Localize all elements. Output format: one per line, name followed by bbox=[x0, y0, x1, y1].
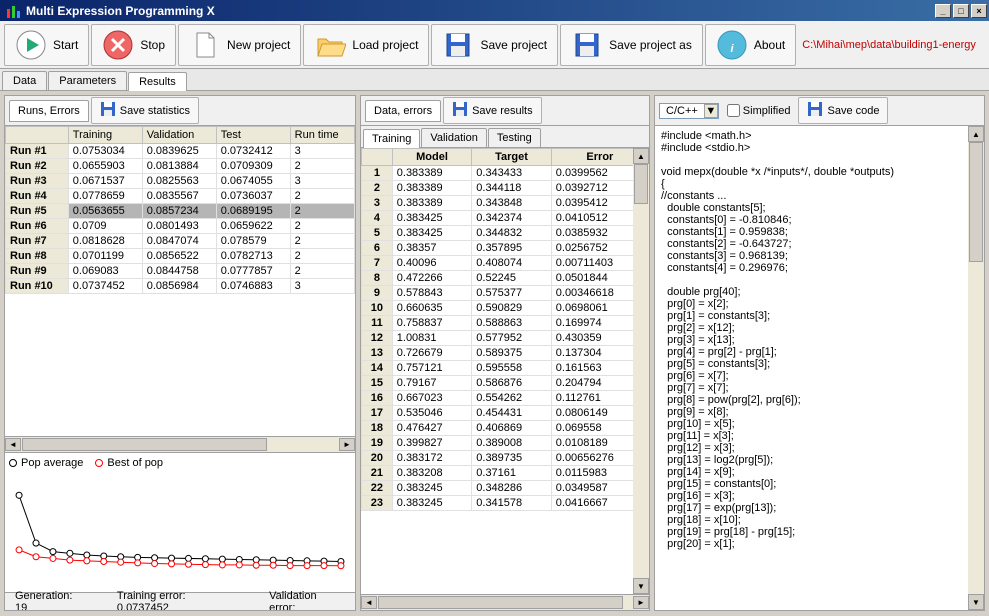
data-table: ModelTargetError10.3833890.3434330.03995… bbox=[361, 148, 649, 511]
maximize-button[interactable]: □ bbox=[953, 4, 969, 18]
table-row[interactable]: 80.4722660.522450.0501844 bbox=[362, 271, 649, 286]
sub-tab-validation[interactable]: Validation bbox=[421, 128, 487, 147]
runs-hscroll[interactable]: ◄► bbox=[5, 436, 355, 452]
window-title: Multi Expression Programming X bbox=[26, 4, 935, 18]
table-row[interactable]: 190.3998270.3890080.0108189 bbox=[362, 436, 649, 451]
data-hscroll[interactable]: ◄► bbox=[361, 594, 649, 610]
simplified-label: Simplified bbox=[743, 105, 791, 117]
floppy-small-icon bbox=[452, 101, 468, 120]
close-button[interactable]: × bbox=[971, 4, 987, 18]
stop-icon bbox=[102, 29, 134, 61]
table-row[interactable]: 90.5788430.5753770.00346618 bbox=[362, 286, 649, 301]
floppy-icon bbox=[442, 29, 474, 61]
runs-errors-tab[interactable]: Runs, Errors bbox=[9, 100, 89, 122]
table-row[interactable]: 170.5350460.4544310.0806149 bbox=[362, 406, 649, 421]
table-row[interactable]: 70.400960.4080740.00711403 bbox=[362, 256, 649, 271]
table-row[interactable]: 220.3832450.3482860.0349587 bbox=[362, 481, 649, 496]
new-project-button[interactable]: New project bbox=[178, 24, 301, 66]
table-row[interactable]: 210.3832080.371610.0115983 bbox=[362, 466, 649, 481]
table-row[interactable]: 230.3832450.3415780.0416667 bbox=[362, 496, 649, 511]
training-error-label: Training error: 0.0737452 bbox=[117, 590, 239, 612]
floppy-small-icon bbox=[100, 101, 116, 120]
load-project-button[interactable]: Load project bbox=[303, 24, 429, 66]
table-row[interactable]: 20.3833890.3441180.0392712 bbox=[362, 181, 649, 196]
table-row[interactable]: 50.3834250.3448320.0385932 bbox=[362, 226, 649, 241]
main-tab-parameters[interactable]: Parameters bbox=[48, 71, 127, 90]
info-icon: i bbox=[716, 29, 748, 61]
data-errors-tab[interactable]: Data, errors bbox=[365, 100, 441, 122]
table-row[interactable]: Run #60.07090.08014930.06596222 bbox=[6, 219, 355, 234]
table-row[interactable]: 130.7266790.5893750.137304 bbox=[362, 346, 649, 361]
table-row[interactable]: Run #90.0690830.08447580.07778572 bbox=[6, 264, 355, 279]
floppy-small-icon bbox=[807, 101, 823, 120]
main-tabs: DataParametersResults bbox=[0, 69, 989, 91]
save-results-button[interactable]: Save results bbox=[443, 97, 542, 124]
code-output[interactable]: #include <math.h> #include <stdio.h> voi… bbox=[655, 126, 968, 610]
floppy-as-icon bbox=[571, 29, 603, 61]
sub-tab-training[interactable]: Training bbox=[363, 129, 420, 148]
table-row[interactable]: Run #70.08186280.08470740.0785792 bbox=[6, 234, 355, 249]
table-row[interactable]: 121.008310.5779520.430359 bbox=[362, 331, 649, 346]
app-icon bbox=[6, 3, 22, 19]
table-row[interactable]: 60.383570.3578950.0256752 bbox=[362, 241, 649, 256]
save-project-button[interactable]: Save project bbox=[431, 24, 558, 66]
minimize-button[interactable]: _ bbox=[935, 4, 951, 18]
play-icon bbox=[15, 29, 47, 61]
folder-open-icon bbox=[314, 29, 346, 61]
save-project-as-button[interactable]: Save project as bbox=[560, 24, 703, 66]
sub-tab-testing[interactable]: Testing bbox=[488, 128, 541, 147]
runs-table: TrainingValidationTestRun timeRun #10.07… bbox=[5, 126, 355, 294]
code-vscroll[interactable]: ▲▼ bbox=[968, 126, 984, 610]
chart-legend: Pop averageBest of pop bbox=[9, 457, 351, 469]
table-row[interactable]: 160.6670230.5542620.112761 bbox=[362, 391, 649, 406]
filepath-label: C:\Mihai\mep\data\building1-energy bbox=[802, 39, 985, 51]
save-code-button[interactable]: Save code bbox=[798, 97, 888, 124]
simplified-checkbox[interactable] bbox=[727, 104, 740, 117]
error-chart bbox=[9, 473, 351, 588]
table-row[interactable]: Run #40.07786590.08355670.07360372 bbox=[6, 189, 355, 204]
save-statistics-button[interactable]: Save statistics bbox=[91, 97, 199, 124]
start-button[interactable]: Start bbox=[4, 24, 89, 66]
table-row[interactable]: 140.7571210.5955580.161563 bbox=[362, 361, 649, 376]
table-row[interactable]: Run #20.06559030.08138840.07093092 bbox=[6, 159, 355, 174]
file-icon bbox=[189, 29, 221, 61]
table-row[interactable]: 40.3834250.3423740.0410512 bbox=[362, 211, 649, 226]
table-row[interactable]: Run #10.07530340.08396250.07324123 bbox=[6, 144, 355, 159]
table-row[interactable]: 200.3831720.3897350.00656276 bbox=[362, 451, 649, 466]
about-button[interactable]: i About bbox=[705, 24, 796, 66]
table-row[interactable]: Run #80.07011990.08565220.07827132 bbox=[6, 249, 355, 264]
table-row[interactable]: 180.4764270.4068690.069558 bbox=[362, 421, 649, 436]
table-row[interactable]: 110.7588370.5888630.169974 bbox=[362, 316, 649, 331]
main-tab-data[interactable]: Data bbox=[2, 71, 47, 90]
table-row[interactable]: Run #50.05636550.08572340.06891952 bbox=[6, 204, 355, 219]
stop-button[interactable]: Stop bbox=[91, 24, 176, 66]
table-row[interactable]: 150.791670.5868760.204794 bbox=[362, 376, 649, 391]
generation-label: Generation: 19 bbox=[15, 590, 87, 612]
table-row[interactable]: Run #100.07374520.08569840.07468833 bbox=[6, 279, 355, 294]
table-row[interactable]: 30.3833890.3438480.0395412 bbox=[362, 196, 649, 211]
table-row[interactable]: 100.6606350.5908290.0698061 bbox=[362, 301, 649, 316]
table-row[interactable]: Run #30.06715370.08255630.06740553 bbox=[6, 174, 355, 189]
table-row[interactable]: 10.3833890.3434330.0399562 bbox=[362, 166, 649, 181]
validation-error-label: Validation error: bbox=[269, 590, 345, 612]
main-tab-results[interactable]: Results bbox=[128, 72, 187, 91]
data-vscroll[interactable]: ▲▼ bbox=[633, 148, 649, 594]
language-select[interactable]: C/C++▼ bbox=[659, 103, 719, 119]
chevron-down-icon: ▼ bbox=[704, 104, 718, 118]
